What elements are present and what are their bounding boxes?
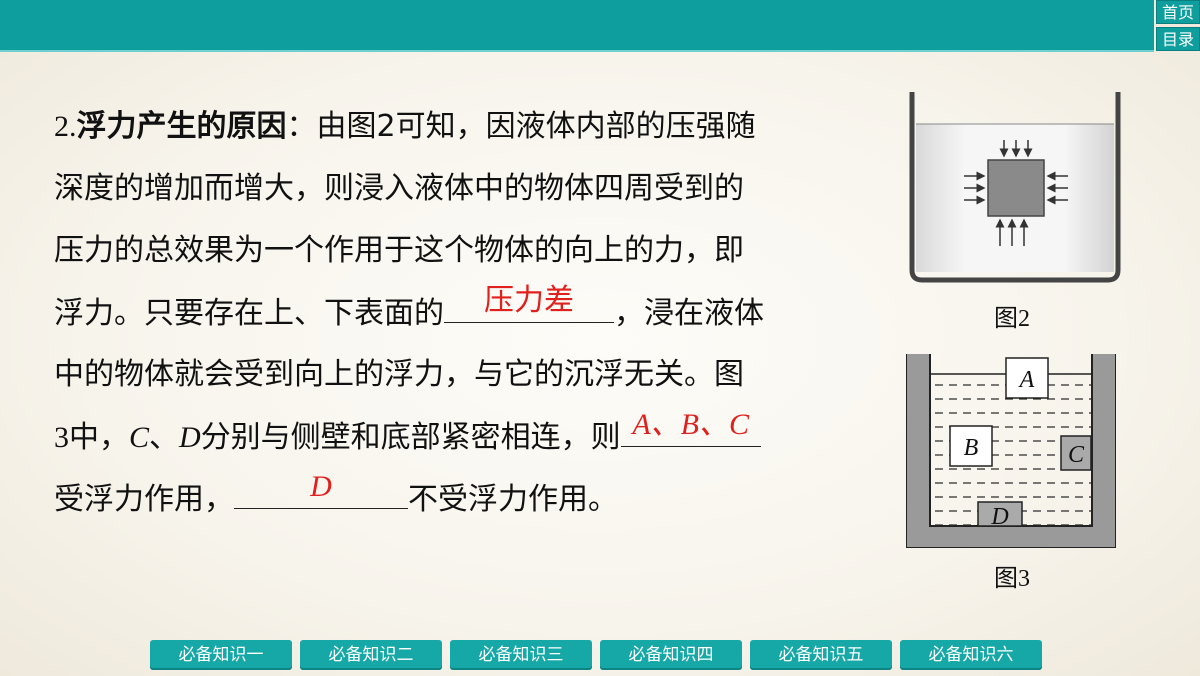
label-d: D [179,421,201,454]
top-bar [0,0,1154,50]
text-segment: ，浸在液体 [614,296,764,331]
block-d-label: D [990,504,1008,530]
text-segment: ：由图2可知，因液体内部的压强随 [286,109,756,144]
text-line-6: 3中，C、D分别与侧壁和底部紧密相连，则 A、B、C [54,406,884,468]
block-b-label: B [964,435,979,461]
answer-text: D [310,470,332,503]
answer-text: A、B、C [632,408,750,441]
text-segment: 、 [149,420,180,455]
text-line-7: 受浮力作用， D 不受浮力作用。 [54,468,884,530]
answer-blank-2[interactable]: A、B、C [620,406,761,447]
text-line-4: 浮力。只要存在上、下表面的 压力差 ，浸在液体 [54,282,884,344]
tab-knowledge-4[interactable]: 必备知识四 [600,640,742,670]
text-segment: 中， [69,420,129,455]
figure-number: 3 [54,421,69,454]
text-segment: 不受浮力作用。 [408,482,618,517]
block-c-label: C [1068,442,1085,468]
text-line-5: 中的物体就会受到向上的浮力，与它的沉浮无关。图 [54,357,744,392]
block-a-label: A [1018,367,1035,393]
tab-knowledge-2[interactable]: 必备知识二 [300,640,442,670]
answer-blank-1[interactable]: 压力差 [444,282,614,323]
tab-knowledge-6[interactable]: 必备知识六 [900,640,1042,670]
text-line-1: 2.浮力产生的原因：由图2可知，因液体内部的压强随 [54,96,884,158]
text-line-3: 压力的总效果为一个作用于这个物体的向上的力，即 [54,233,744,268]
home-button[interactable]: 首页 [1156,0,1200,24]
tab-knowledge-1[interactable]: 必备知识一 [150,640,292,670]
tab-knowledge-5[interactable]: 必备知识五 [750,640,892,670]
figure-3-caption: 图3 [994,566,1030,592]
figure-3-diagram: A B C D [906,354,1116,548]
text-segment: 浮力。只要存在上、下表面的 [54,296,444,331]
text-segment: 受浮力作用， [54,482,234,517]
figure-2-diagram [909,92,1121,283]
tab-knowledge-3[interactable]: 必备知识三 [450,640,592,670]
lesson-text: 2.浮力产生的原因：由图2可知，因液体内部的压强随 深度的增加而增大，则浸入液体… [54,96,884,530]
figure-2-caption: 图2 [994,306,1030,332]
text-segment: 分别与侧壁和底部紧密相连，则 [200,420,621,455]
answer-blank-3[interactable]: D [234,468,408,509]
text-line-2: 深度的增加而增大，则浸入液体中的物体四周受到的 [54,171,744,206]
answer-text: 压力差 [484,283,574,318]
section-heading: 浮力产生的原因 [76,109,287,144]
toc-button[interactable]: 目录 [1156,27,1200,51]
top-bar-divider [0,50,1154,52]
item-number: 2. [54,110,77,143]
label-c: C [129,421,150,454]
